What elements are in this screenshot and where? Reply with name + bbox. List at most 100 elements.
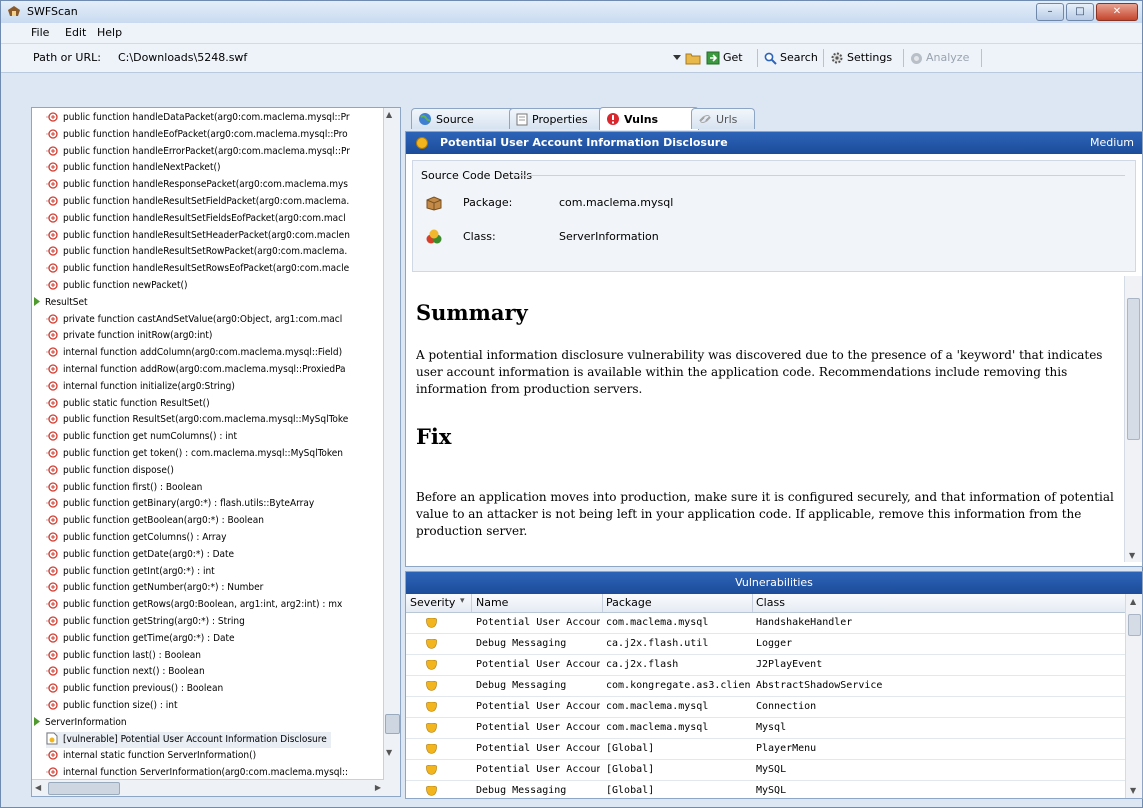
tree-method-node[interactable]: public function handleResultSetFieldPack…: [46, 194, 349, 210]
tree-method-node[interactable]: public function first() : Boolean: [46, 480, 202, 496]
vulnerability-row[interactable]: Debug Messaging ca.j2x.flash.util Logger: [406, 634, 1126, 655]
menu-edit[interactable]: Edit: [65, 26, 86, 39]
scroll-down-icon[interactable]: ▼: [1130, 786, 1136, 795]
path-input[interactable]: C:\Downloads\5248.swf: [118, 51, 247, 64]
tree-method-node[interactable]: public function handleNextPacket(): [46, 160, 221, 176]
tree-vulnerability-node[interactable]: [vulnerable] Potential User Account Info…: [46, 731, 331, 748]
tree-method-node[interactable]: public function getDate(arg0:*) : Date: [46, 547, 234, 563]
tree-method-node[interactable]: public function getNumber(arg0:*) : Numb…: [46, 580, 263, 596]
tree-method-node[interactable]: public function size() : int: [46, 698, 177, 714]
scroll-left-icon[interactable]: ◀: [35, 783, 41, 792]
tree-method-node[interactable]: public function previous() : Boolean: [46, 681, 223, 697]
vulnerability-row[interactable]: Potential User Account I com.maclema.mysq…: [406, 613, 1126, 634]
scroll-right-icon[interactable]: ▶: [375, 783, 381, 792]
tree-method-node[interactable]: public function handleResultSetHeaderPac…: [46, 228, 350, 244]
method-icon: [46, 498, 58, 509]
settings-icon: [831, 52, 843, 64]
grid-scroll-thumb[interactable]: [1128, 614, 1141, 636]
tree-method-node[interactable]: internal function addRow(arg0:com.maclem…: [46, 362, 346, 378]
close-icon[interactable]: ✕: [1096, 3, 1138, 21]
tree-method-node[interactable]: public static function ResultSet(): [46, 396, 210, 412]
class-tree[interactable]: public function handleDataPacket(arg0:co…: [31, 107, 401, 797]
open-folder-button[interactable]: [685, 48, 701, 68]
vulnerability-row[interactable]: Debug Messaging com.kongregate.as3.client…: [406, 676, 1126, 697]
tree-method-node[interactable]: public function handleResultSetRowsEofPa…: [46, 261, 349, 277]
tree-method-node[interactable]: public function get numColumns() : int: [46, 429, 237, 445]
document-scrollbar[interactable]: ▼: [1124, 276, 1142, 562]
vulnerability-row[interactable]: Potential User Account I com.maclema.mysq…: [406, 697, 1126, 718]
tree-method-node[interactable]: public function next() : Boolean: [46, 664, 205, 680]
column-name[interactable]: Name: [476, 596, 508, 609]
scroll-up-icon[interactable]: ▲: [386, 110, 392, 119]
get-button[interactable]: Get: [706, 48, 743, 68]
analyze-button[interactable]: Analyze: [910, 48, 969, 68]
tab-properties[interactable]: Properties: [509, 108, 609, 129]
tree-method-node[interactable]: public function getColumns() : Array: [46, 530, 226, 546]
tree-method-node[interactable]: public function getInt(arg0:*) : int: [46, 564, 215, 580]
scroll-up-icon[interactable]: ▲: [1130, 597, 1136, 606]
vulnerability-row[interactable]: Potential User Account I [Global] PlayerMe…: [406, 739, 1126, 760]
sort-icon[interactable]: ▾: [460, 596, 465, 606]
column-package[interactable]: Package: [606, 596, 652, 609]
get-label: Get: [723, 51, 743, 64]
menu-help[interactable]: Help: [97, 26, 122, 39]
tree-method-node[interactable]: public function getTime(arg0:*) : Date: [46, 631, 235, 647]
tree-method-node[interactable]: internal function addColumn(arg0:com.mac…: [46, 345, 342, 361]
cell-package: [Global]: [606, 764, 655, 775]
tree-method-node[interactable]: public function last() : Boolean: [46, 648, 201, 664]
tree-method-node[interactable]: public function handleResultSetFieldsEof…: [46, 211, 346, 227]
vulnerability-row[interactable]: Potential User Account I ca.j2x.flash J2Pl…: [406, 655, 1126, 676]
cell-name: Potential User Account I: [476, 701, 600, 712]
tree-method-node[interactable]: public function getBoolean(arg0:*) : Boo…: [46, 513, 264, 529]
tree-method-node[interactable]: public function handleEofPacket(arg0:com…: [46, 127, 348, 143]
dropdown-icon[interactable]: [673, 48, 681, 68]
tree-node-label: public function size() : int: [63, 700, 178, 711]
minimize-icon[interactable]: –: [1036, 3, 1064, 21]
tree-vertical-scrollbar[interactable]: ▲ ▼: [383, 108, 400, 796]
search-button[interactable]: Search: [764, 48, 818, 68]
tree-node-label: public function handleEofPacket(arg0:com…: [63, 128, 348, 140]
cell-package: [Global]: [606, 743, 655, 754]
tab-urls[interactable]: Urls: [691, 108, 755, 129]
method-icon: [46, 750, 58, 761]
tree-method-node[interactable]: internal static function ServerInformati…: [46, 748, 256, 764]
settings-label: Settings: [847, 51, 893, 64]
tree-method-node[interactable]: public function getRows(arg0:Boolean, ar…: [46, 597, 342, 613]
tree-method-node[interactable]: public function handleDataPacket(arg0:co…: [46, 110, 350, 126]
menu-file[interactable]: File: [31, 26, 49, 39]
tree-method-node[interactable]: public function handleResultSetRowPacket…: [46, 244, 347, 260]
tree-hscroll-thumb[interactable]: [48, 782, 120, 795]
maximize-icon[interactable]: □: [1066, 3, 1094, 21]
scroll-down-icon[interactable]: ▼: [386, 748, 392, 757]
column-class[interactable]: Class: [756, 596, 785, 609]
tree-node-label: public function getRows(arg0:Boolean, ar…: [63, 599, 343, 611]
cell-package: com.maclema.mysql: [606, 701, 709, 712]
tree-class-node[interactable]: ServerInformation: [34, 715, 127, 731]
tree-method-node[interactable]: public function ResultSet(arg0:com.macle…: [46, 412, 348, 428]
tree-class-node[interactable]: ResultSet: [34, 295, 88, 311]
tree-method-node[interactable]: public function get token() : com.maclem…: [46, 446, 343, 462]
settings-button[interactable]: Settings: [830, 48, 892, 68]
tree-method-node[interactable]: public function handleResponsePacket(arg…: [46, 177, 348, 193]
vulnerability-row[interactable]: Potential User Account I com.maclema.mysq…: [406, 718, 1126, 739]
vulnerability-row[interactable]: Potential User Account I [Global] MySQL: [406, 760, 1126, 781]
tree-method-node[interactable]: private function castAndSetValue(arg0:Ob…: [46, 312, 342, 328]
tree-method-node[interactable]: public function dispose(): [46, 463, 174, 479]
tree-method-node[interactable]: public function getString(arg0:*) : Stri…: [46, 614, 245, 630]
tree-scroll-thumb[interactable]: [385, 714, 400, 734]
tree-node-label: private function initRow(arg0:int): [63, 330, 213, 342]
tree-method-node[interactable]: public function newPacket(): [46, 278, 188, 294]
vulnerability-row[interactable]: Debug Messaging [Global] MySQL: [406, 781, 1126, 798]
document-scroll-thumb[interactable]: [1127, 298, 1140, 440]
tab-source[interactable]: Source: [411, 108, 515, 129]
tree-method-node[interactable]: private function initRow(arg0:int): [46, 328, 212, 344]
tree-method-node[interactable]: public function handleErrorPacket(arg0:c…: [46, 144, 350, 160]
tree-node-label: public function getInt(arg0:*) : int: [63, 565, 215, 577]
tree-horizontal-scrollbar[interactable]: ◀ ▶: [32, 779, 384, 796]
grid-scrollbar[interactable]: ▲ ▼: [1125, 594, 1142, 798]
tab-vulns[interactable]: Vulns: [599, 107, 699, 130]
column-severity[interactable]: Severity: [410, 596, 455, 609]
scroll-down-icon[interactable]: ▼: [1129, 551, 1135, 560]
tree-method-node[interactable]: public function getBinary(arg0:*) : flas…: [46, 496, 314, 512]
tree-method-node[interactable]: internal function initialize(arg0:String…: [46, 379, 235, 395]
